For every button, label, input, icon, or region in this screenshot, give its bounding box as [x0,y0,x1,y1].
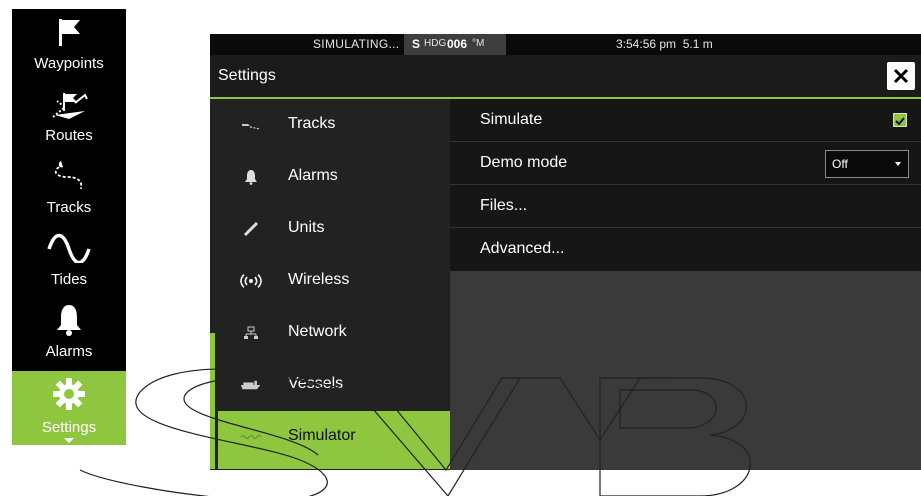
boat-track-icon [240,115,262,135]
close-icon [893,68,909,84]
category-label: Tracks [288,115,336,132]
bell-icon [12,303,126,337]
option-simulate[interactable]: Simulate [450,99,921,142]
select-value: Off [832,157,848,171]
route-icon [12,87,126,121]
option-label: Files... [480,197,528,214]
side-menu: Waypoints Routes Tracks Tides Alarms Set… [12,9,126,445]
network-icon [240,323,262,343]
heading-readout: S HDG 006 °M [404,34,506,55]
menu-item-tracks[interactable]: Tracks [12,153,126,225]
close-button[interactable] [887,62,915,90]
menu-label: Settings [41,419,97,436]
category-label: Vessels [288,375,344,392]
category-simulator[interactable]: Simulator [218,411,450,469]
option-label: Simulate [480,111,543,128]
category-label: Wireless [288,271,350,288]
category-alarms[interactable]: Alarms [218,151,450,203]
category-label: Units [288,219,325,236]
menu-label: Waypoints [34,55,104,72]
menu-item-waypoints[interactable]: Waypoints [12,9,126,81]
option-files[interactable]: Files... [450,185,921,228]
time-readout: 3:54:56 pm 5.1 m [616,37,713,51]
checkmark-icon [895,117,905,126]
category-label: Network [288,323,347,340]
status-bar: SIMULATING... S HDG 006 °M 3:54:56 pm 5.… [210,34,921,55]
menu-label: Tracks [46,199,92,216]
heading-label: HDG [424,38,447,49]
simulate-checkbox[interactable] [893,113,907,127]
tracks-icon [12,159,126,193]
simulator-icon [240,427,262,447]
menu-label: Alarms [45,343,93,360]
category-label: Simulator [288,427,356,444]
bell-icon [240,167,262,187]
depth-readout: 5.1 m [682,37,713,51]
menu-item-routes[interactable]: Routes [12,81,126,153]
option-label: Demo mode [480,154,568,171]
option-label: Advanced... [480,240,565,257]
wave-icon [12,231,126,265]
category-label: Alarms [288,167,338,184]
menu-item-alarms[interactable]: Alarms [12,297,126,369]
heading-value: 006 [447,37,468,51]
page-title: Settings [218,67,276,84]
demo-mode-select[interactable]: Off [825,150,909,178]
menu-label: Tides [50,271,88,288]
category-units[interactable]: Units [218,203,450,255]
caret-down-icon [64,438,74,443]
category-wireless[interactable]: Wireless [218,255,450,307]
category-tracks[interactable]: Tracks [218,99,450,151]
category-vessels[interactable]: Vessels [218,359,450,411]
menu-item-settings[interactable]: Settings [12,371,126,445]
heading-unit: °M [472,38,485,49]
ruler-icon [240,219,262,239]
settings-category-list: Tracks Alarms Units Wireless Network Ves… [210,99,450,470]
category-network[interactable]: Network [218,307,450,359]
menu-label: Routes [45,127,93,144]
wireless-icon [240,271,262,291]
flag-icon [12,15,126,49]
option-demo-mode[interactable]: Demo mode Off [450,142,921,185]
simulator-options: Simulate Demo mode Off Files... Advanced… [450,99,921,271]
scrollbar[interactable] [210,333,215,469]
chevron-down-icon [895,162,901,166]
title-bar: Settings [210,55,921,99]
simulating-status: SIMULATING... [313,37,400,51]
option-advanced[interactable]: Advanced... [450,228,921,270]
gear-icon [12,377,126,411]
heading-s: S [412,37,421,51]
clock-time: 3:54:56 pm [616,37,677,51]
menu-item-tides[interactable]: Tides [12,225,126,297]
settings-window: SIMULATING... S HDG 006 °M 3:54:56 pm 5.… [210,34,921,470]
vessels-icon [240,375,262,395]
